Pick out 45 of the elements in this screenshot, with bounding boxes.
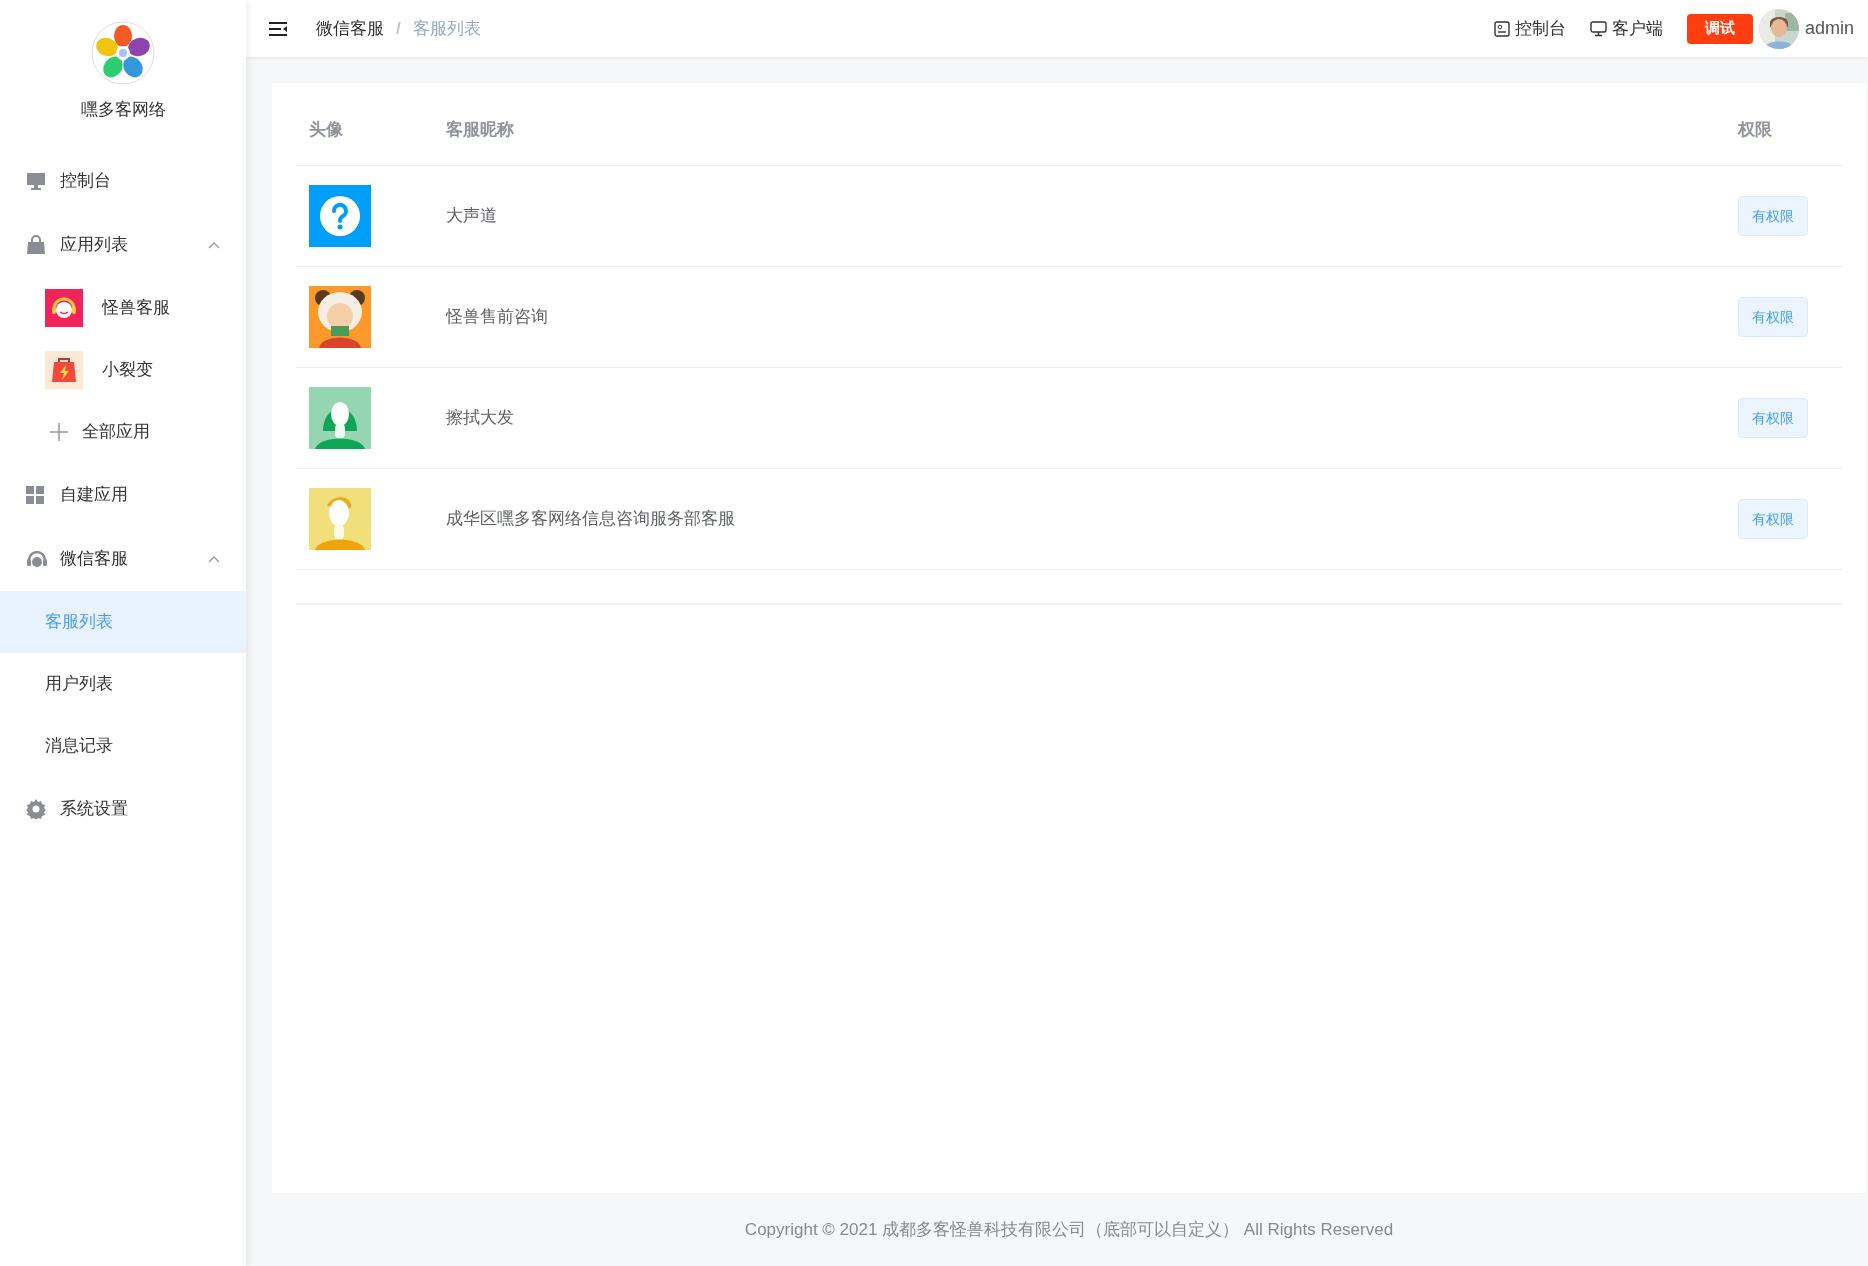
- chevron-icon[interactable]: [208, 555, 220, 563]
- permission-tag: 有权限: [1738, 297, 1808, 337]
- debug-button[interactable]: 调试: [1686, 13, 1753, 44]
- menu-group[interactable]: 微信客服: [0, 527, 246, 591]
- column-header: 客服昵称: [446, 120, 514, 139]
- column-header: 权限: [1738, 120, 1772, 139]
- menu-icon[interactable]: [268, 20, 288, 37]
- headset-icon: [26, 549, 48, 569]
- submenu-item[interactable]: 消息记录: [0, 715, 246, 777]
- permission-tag: 有权限: [1738, 499, 1808, 539]
- dashboard-icon: [1493, 20, 1510, 37]
- nickname-text: 擦拭大发: [446, 408, 514, 428]
- breadcrumb-item[interactable]: 微信客服: [316, 15, 384, 42]
- brand-name: 嘿多客网络: [80, 99, 166, 121]
- nickname-text: 大声道: [446, 206, 497, 226]
- nickname-text: 成华区嘿多客网络信息咨询服务部客服: [446, 509, 735, 529]
- submenu-item[interactable]: 用户列表: [0, 653, 246, 715]
- monitor-icon: [26, 172, 46, 190]
- menu-item[interactable]: 自建应用: [0, 463, 246, 527]
- permission-tag: 有权限: [1738, 196, 1808, 236]
- user-name[interactable]: admin: [1804, 15, 1854, 42]
- menu-group[interactable]: 应用列表: [0, 213, 246, 277]
- permission-tag: 有权限: [1738, 398, 1808, 438]
- chevron-icon[interactable]: [208, 241, 220, 249]
- app-item[interactable]: 怪兽客服: [0, 277, 246, 339]
- monitor-icon: [1589, 20, 1607, 37]
- menu-item[interactable]: 控制台: [0, 149, 246, 213]
- app-item[interactable]: 小裂变: [0, 339, 246, 401]
- header-link[interactable]: 控制台: [1493, 15, 1566, 42]
- lightning-bag-icon: [45, 351, 83, 389]
- header-link[interactable]: 客户端: [1589, 15, 1663, 42]
- menu-item[interactable]: 系统设置: [0, 777, 246, 841]
- add-app-item[interactable]: 全部应用: [0, 401, 246, 463]
- grid-icon: [26, 486, 44, 504]
- breadcrumb-item: 客服列表: [412, 17, 481, 40]
- flower-logo-icon: [91, 21, 155, 85]
- copyright-text: Copyright © 2021 成都多客怪兽科技有限公司（底部可以自定义） All Rights Reserved: [744, 1218, 1394, 1241]
- settings-icon: [26, 799, 46, 819]
- question-icon: [309, 185, 371, 247]
- breadcrumb-separator: /: [396, 17, 401, 40]
- headset-app-icon: [45, 289, 83, 327]
- nickname-text: 怪兽售前咨询: [446, 307, 548, 327]
- column-header: 头像: [309, 120, 343, 139]
- bag-icon: [26, 235, 46, 255]
- plus-icon: [50, 423, 68, 441]
